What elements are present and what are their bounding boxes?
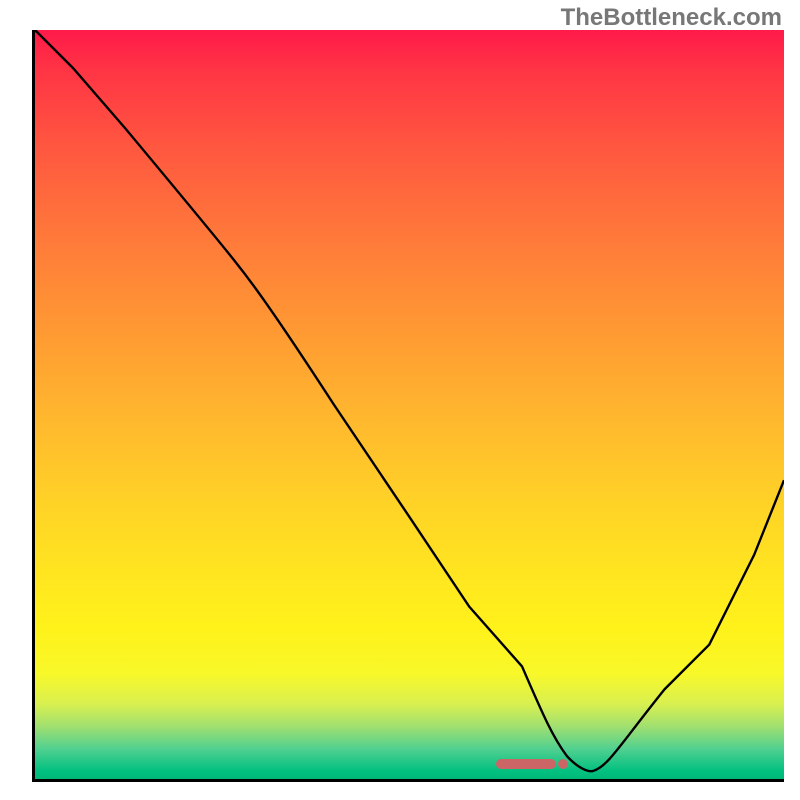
marker-dot — [558, 759, 568, 769]
plot-area — [32, 30, 784, 782]
marker-bar — [496, 759, 556, 769]
optimal-markers — [496, 759, 568, 769]
watermark-text: TheBottleneck.com — [561, 4, 782, 32]
bottleneck-curve-path — [35, 30, 784, 771]
curve-svg — [35, 30, 784, 779]
